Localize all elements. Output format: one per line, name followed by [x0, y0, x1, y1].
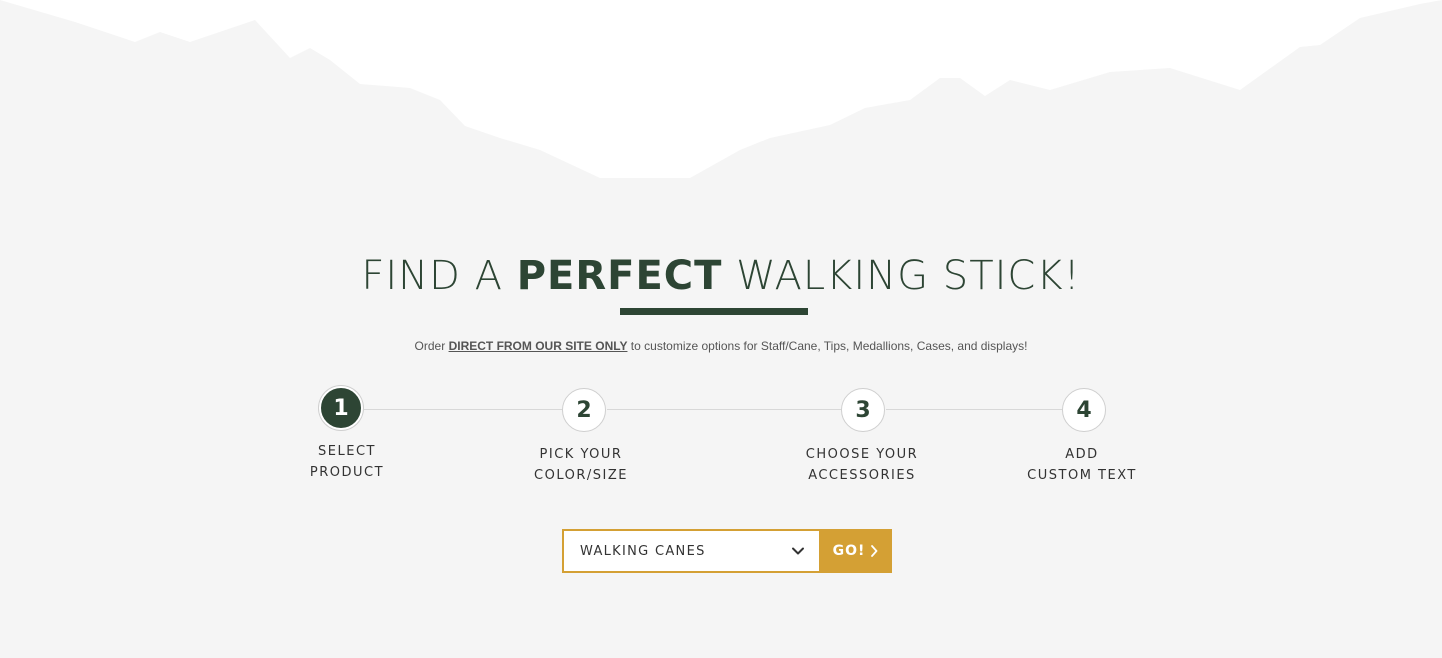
mountain-silhouette	[0, 0, 1442, 178]
product-select-value: WALKING CANES	[580, 543, 706, 559]
step-3-circle[interactable]: 3	[841, 388, 885, 432]
step-connector	[607, 409, 841, 410]
step-connector	[886, 409, 1062, 410]
step-4-label: ADD CUSTOM TEXT	[1027, 447, 1137, 483]
chevron-down-icon	[792, 547, 804, 555]
chevron-right-icon	[871, 545, 878, 557]
step-2-circle[interactable]: 2	[562, 388, 606, 432]
product-select[interactable]: WALKING CANES	[562, 529, 819, 573]
subtitle: Order DIRECT FROM OUR SITE ONLY to custo…	[414, 339, 1028, 353]
step-1-circle[interactable]: 1	[319, 386, 363, 430]
step-1-label: SELECT PRODUCT	[309, 444, 385, 480]
step-4-circle[interactable]: 4	[1062, 388, 1106, 432]
go-button-label: GO!	[832, 543, 866, 559]
page-title: FIND A PERFECT WALKING STICK!	[361, 253, 1081, 299]
step-connector	[364, 409, 562, 410]
go-button[interactable]: GO!	[819, 529, 892, 573]
step-3-label: CHOOSE YOUR ACCESSORIES	[805, 447, 919, 483]
direct-order-link[interactable]: DIRECT FROM OUR SITE ONLY	[449, 339, 628, 353]
title-underline	[620, 308, 808, 315]
step-2-label: PICK YOUR COLOR/SIZE	[534, 447, 628, 483]
